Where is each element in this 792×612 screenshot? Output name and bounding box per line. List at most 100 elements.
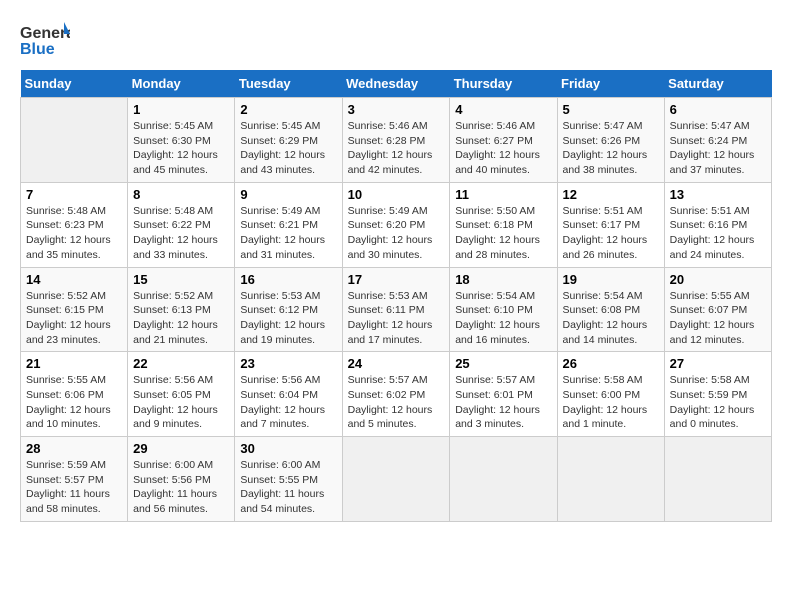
day-number: 17: [348, 272, 445, 287]
calendar-day-cell: 19Sunrise: 5:54 AM Sunset: 6:08 PM Dayli…: [557, 267, 664, 352]
day-number: 1: [133, 102, 229, 117]
day-number: 18: [455, 272, 551, 287]
calendar-day-cell: 24 Sunrise: 5:57 AM Sunset: 6:02 PM Dayli…: [342, 352, 450, 437]
day-info: Sunrise: 5:52 AM Sunset: 6:15 PM Dayligh…: [26, 289, 122, 348]
day-number: 2: [240, 102, 336, 117]
day-number: 20: [670, 272, 766, 287]
day-number: 26: [563, 356, 659, 371]
day-info: Sunrise: 5:56 AM Sunset: 6:05 PM Dayligh…: [133, 373, 229, 432]
day-info: Sunrise: 5:56 AM Sunset: 6:04 PM Dayligh…: [240, 373, 336, 432]
day-info: Sunrise: 5:46 AM Sunset: 6:28 PM Dayligh…: [348, 119, 445, 178]
calendar-day-cell: 6 Sunrise: 5:47 AM Sunset: 6:24 PM Daylig…: [664, 98, 771, 183]
day-number: 22: [133, 356, 229, 371]
day-info: Sunrise: 5:58 AM Sunset: 6:00 PM Dayligh…: [563, 373, 659, 432]
calendar-day-cell: 8 Sunrise: 5:48 AM Sunset: 6:22 PM Daylig…: [128, 182, 235, 267]
page-header: General Blue: [20, 20, 772, 60]
calendar-day-cell: [21, 98, 128, 183]
calendar-day-cell: 20 Sunrise: 5:55 AM Sunset: 6:07 PM Dayli…: [664, 267, 771, 352]
svg-text:Blue: Blue: [20, 41, 55, 58]
day-info: Sunrise: 5:50 AM Sunset: 6:18 PM Dayligh…: [455, 204, 551, 263]
day-info: Sunrise: 5:48 AM Sunset: 6:23 PM Dayligh…: [26, 204, 122, 263]
calendar-day-cell: 10 Sunrise: 5:49 AM Sunset: 6:20 PM Dayli…: [342, 182, 450, 267]
day-number: 11: [455, 187, 551, 202]
day-info: Sunrise: 5:57 AM Sunset: 6:02 PM Dayligh…: [348, 373, 445, 432]
day-number: 12: [563, 187, 659, 202]
day-info: Sunrise: 5:55 AM Sunset: 6:07 PM Dayligh…: [670, 289, 766, 348]
day-info: Sunrise: 5:51 AM Sunset: 6:17 PM Dayligh…: [563, 204, 659, 263]
calendar-day-cell: [342, 437, 450, 522]
weekday-header-cell: Monday: [128, 70, 235, 98]
day-number: 9: [240, 187, 336, 202]
day-info: Sunrise: 5:52 AM Sunset: 6:13 PM Dayligh…: [133, 289, 229, 348]
day-info: Sunrise: 5:58 AM Sunset: 5:59 PM Dayligh…: [670, 373, 766, 432]
calendar-day-cell: 7 Sunrise: 5:48 AM Sunset: 6:23 PM Daylig…: [21, 182, 128, 267]
day-number: 7: [26, 187, 122, 202]
calendar-week-row: 14 Sunrise: 5:52 AM Sunset: 6:15 PM Dayli…: [21, 267, 772, 352]
calendar-week-row: 28Sunrise: 5:59 AM Sunset: 5:57 PM Dayli…: [21, 437, 772, 522]
day-number: 15: [133, 272, 229, 287]
calendar-day-cell: 26 Sunrise: 5:58 AM Sunset: 6:00 PM Dayli…: [557, 352, 664, 437]
day-info: Sunrise: 5:57 AM Sunset: 6:01 PM Dayligh…: [455, 373, 551, 432]
calendar-day-cell: 5Sunrise: 5:47 AM Sunset: 6:26 PM Daylig…: [557, 98, 664, 183]
logo-icon: General Blue: [20, 20, 70, 60]
day-info: Sunrise: 5:45 AM Sunset: 6:29 PM Dayligh…: [240, 119, 336, 178]
day-number: 4: [455, 102, 551, 117]
day-info: Sunrise: 6:00 AM Sunset: 5:55 PM Dayligh…: [240, 458, 336, 517]
day-number: 10: [348, 187, 445, 202]
calendar-week-row: 1 Sunrise: 5:45 AM Sunset: 6:30 PM Daylig…: [21, 98, 772, 183]
calendar-week-row: 21Sunrise: 5:55 AM Sunset: 6:06 PM Dayli…: [21, 352, 772, 437]
logo: General Blue: [20, 20, 74, 60]
weekday-header-cell: Friday: [557, 70, 664, 98]
day-info: Sunrise: 5:47 AM Sunset: 6:26 PM Dayligh…: [563, 119, 659, 178]
day-number: 16: [240, 272, 336, 287]
calendar-day-cell: [450, 437, 557, 522]
calendar-day-cell: 3 Sunrise: 5:46 AM Sunset: 6:28 PM Daylig…: [342, 98, 450, 183]
day-number: 23: [240, 356, 336, 371]
weekday-header-row: SundayMondayTuesdayWednesdayThursdayFrid…: [21, 70, 772, 98]
day-number: 27: [670, 356, 766, 371]
day-info: Sunrise: 5:46 AM Sunset: 6:27 PM Dayligh…: [455, 119, 551, 178]
day-info: Sunrise: 5:54 AM Sunset: 6:08 PM Dayligh…: [563, 289, 659, 348]
calendar-day-cell: 25 Sunrise: 5:57 AM Sunset: 6:01 PM Dayli…: [450, 352, 557, 437]
calendar-week-row: 7 Sunrise: 5:48 AM Sunset: 6:23 PM Daylig…: [21, 182, 772, 267]
weekday-header-cell: Tuesday: [235, 70, 342, 98]
calendar-day-cell: 18 Sunrise: 5:54 AM Sunset: 6:10 PM Dayli…: [450, 267, 557, 352]
day-info: Sunrise: 5:53 AM Sunset: 6:12 PM Dayligh…: [240, 289, 336, 348]
day-number: 8: [133, 187, 229, 202]
day-number: 6: [670, 102, 766, 117]
day-info: Sunrise: 5:49 AM Sunset: 6:21 PM Dayligh…: [240, 204, 336, 263]
calendar-day-cell: 11 Sunrise: 5:50 AM Sunset: 6:18 PM Dayli…: [450, 182, 557, 267]
day-info: Sunrise: 5:49 AM Sunset: 6:20 PM Dayligh…: [348, 204, 445, 263]
day-number: 13: [670, 187, 766, 202]
day-number: 28: [26, 441, 122, 456]
day-info: Sunrise: 6:00 AM Sunset: 5:56 PM Dayligh…: [133, 458, 229, 517]
day-number: 3: [348, 102, 445, 117]
day-number: 21: [26, 356, 122, 371]
calendar-day-cell: 29Sunrise: 6:00 AM Sunset: 5:56 PM Dayli…: [128, 437, 235, 522]
svg-text:General: General: [20, 25, 70, 42]
calendar-day-cell: 15 Sunrise: 5:52 AM Sunset: 6:13 PM Dayli…: [128, 267, 235, 352]
day-info: Sunrise: 5:47 AM Sunset: 6:24 PM Dayligh…: [670, 119, 766, 178]
calendar-day-cell: 2 Sunrise: 5:45 AM Sunset: 6:29 PM Daylig…: [235, 98, 342, 183]
day-info: Sunrise: 5:45 AM Sunset: 6:30 PM Dayligh…: [133, 119, 229, 178]
calendar-day-cell: 23 Sunrise: 5:56 AM Sunset: 6:04 PM Dayli…: [235, 352, 342, 437]
calendar-day-cell: 30 Sunrise: 6:00 AM Sunset: 5:55 PM Dayli…: [235, 437, 342, 522]
weekday-header-cell: Wednesday: [342, 70, 450, 98]
day-number: 25: [455, 356, 551, 371]
weekday-header-cell: Sunday: [21, 70, 128, 98]
calendar-day-cell: 22 Sunrise: 5:56 AM Sunset: 6:05 PM Dayli…: [128, 352, 235, 437]
calendar-body: 1 Sunrise: 5:45 AM Sunset: 6:30 PM Daylig…: [21, 98, 772, 522]
calendar-day-cell: 12 Sunrise: 5:51 AM Sunset: 6:17 PM Dayli…: [557, 182, 664, 267]
day-info: Sunrise: 5:53 AM Sunset: 6:11 PM Dayligh…: [348, 289, 445, 348]
day-number: 30: [240, 441, 336, 456]
calendar-day-cell: 13Sunrise: 5:51 AM Sunset: 6:16 PM Dayli…: [664, 182, 771, 267]
calendar-day-cell: 1 Sunrise: 5:45 AM Sunset: 6:30 PM Daylig…: [128, 98, 235, 183]
calendar-day-cell: [557, 437, 664, 522]
day-info: Sunrise: 5:54 AM Sunset: 6:10 PM Dayligh…: [455, 289, 551, 348]
day-info: Sunrise: 5:48 AM Sunset: 6:22 PM Dayligh…: [133, 204, 229, 263]
weekday-header-cell: Thursday: [450, 70, 557, 98]
calendar-day-cell: 9 Sunrise: 5:49 AM Sunset: 6:21 PM Daylig…: [235, 182, 342, 267]
day-number: 14: [26, 272, 122, 287]
calendar-day-cell: 4 Sunrise: 5:46 AM Sunset: 6:27 PM Daylig…: [450, 98, 557, 183]
day-number: 24: [348, 356, 445, 371]
